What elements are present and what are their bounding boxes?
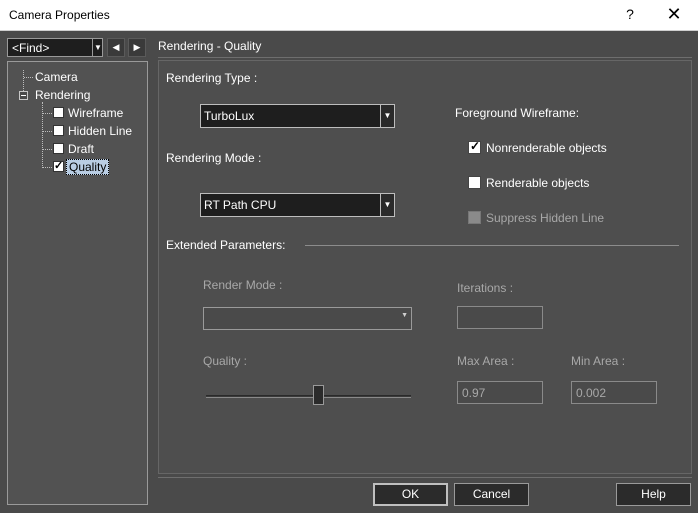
foreground-wireframe-label: Foreground Wireframe:	[455, 106, 580, 120]
find-value: <Find>	[12, 41, 50, 55]
divider	[158, 477, 692, 478]
suppress-hidden-line-checkbox	[468, 211, 481, 224]
tree-connector	[42, 102, 43, 168]
quality-slider-thumb	[313, 385, 324, 405]
window-title: Camera Properties	[9, 8, 110, 22]
ok-button[interactable]: OK	[373, 483, 448, 506]
tree-connector	[43, 131, 52, 132]
max-area-label: Max Area :	[457, 354, 515, 368]
nonrenderable-label: Nonrenderable objects	[486, 141, 607, 155]
rendering-type-select[interactable]: TurboLux ▼	[200, 104, 395, 128]
rendering-mode-label: Rendering Mode :	[166, 151, 262, 165]
tree-connector	[43, 113, 52, 114]
chevron-down-icon: ▼	[380, 194, 394, 216]
draft-checkbox[interactable]	[53, 143, 64, 154]
tree-item-rendering[interactable]: Rendering	[35, 88, 90, 102]
cancel-button[interactable]: Cancel	[454, 483, 529, 506]
max-area-value: 0.97	[462, 386, 486, 400]
help-icon[interactable]: ?	[624, 6, 636, 22]
rendering-type-label: Rendering Type :	[166, 71, 258, 85]
wireframe-checkbox[interactable]	[53, 107, 64, 118]
extended-parameters-label: Extended Parameters:	[166, 238, 286, 252]
nonrenderable-checkbox[interactable]	[468, 139, 481, 154]
quality-label: Quality :	[203, 354, 248, 368]
help-button[interactable]: Help	[616, 483, 691, 506]
max-area-field: 0.97	[457, 381, 543, 404]
iterations-field	[457, 306, 543, 329]
arrow-left-icon: ◀	[112, 42, 120, 52]
tree-connector	[24, 77, 33, 78]
next-button[interactable]: ▶	[128, 38, 146, 57]
chevron-down-icon: ▼	[401, 312, 408, 319]
quality-checkbox[interactable]	[53, 159, 64, 172]
iterations-label: Iterations :	[457, 281, 514, 295]
close-icon[interactable]: ✕	[664, 4, 684, 25]
render-mode-select: ▼	[203, 307, 412, 330]
tree-item-hidden-line[interactable]: Hidden Line	[68, 124, 132, 138]
rendering-mode-select[interactable]: RT Path CPU ▼	[200, 193, 395, 217]
chevron-down-icon: ▼	[380, 105, 394, 127]
renderable-checkbox[interactable]	[468, 176, 481, 189]
tree-item-quality[interactable]: Quality	[66, 159, 110, 175]
min-area-label: Min Area :	[571, 354, 626, 368]
find-combo[interactable]: <Find> ▼	[7, 38, 103, 57]
renderable-label: Renderable objects	[486, 176, 590, 190]
tree-connector	[43, 149, 52, 150]
chevron-down-icon[interactable]: ▼	[92, 39, 103, 56]
min-area-field: 0.002	[571, 381, 657, 404]
title-bar: Camera Properties ? ✕	[0, 0, 698, 31]
quality-slider-track	[206, 395, 411, 398]
collapse-icon[interactable]	[19, 91, 28, 100]
arrow-right-icon: ▶	[133, 42, 141, 52]
properties-tree[interactable]: Camera Rendering Wireframe Hidden Line D…	[7, 61, 148, 505]
tree-item-camera[interactable]: Camera	[35, 70, 78, 84]
min-area-value: 0.002	[576, 386, 607, 400]
suppress-hidden-line-label: Suppress Hidden Line	[486, 211, 605, 225]
tree-connector	[23, 70, 24, 91]
panel-title: Rendering - Quality	[158, 39, 262, 53]
tree-item-draft[interactable]: Draft	[68, 142, 94, 156]
render-mode-label: Render Mode :	[203, 278, 283, 292]
divider	[305, 245, 679, 246]
tree-connector	[43, 167, 52, 168]
rendering-type-value: TurboLux	[204, 109, 255, 123]
tree-item-wireframe[interactable]: Wireframe	[68, 106, 123, 120]
prev-button[interactable]: ◀	[107, 38, 125, 57]
divider	[158, 57, 692, 58]
rendering-mode-value: RT Path CPU	[204, 198, 277, 212]
hidden-line-checkbox[interactable]	[53, 125, 64, 136]
